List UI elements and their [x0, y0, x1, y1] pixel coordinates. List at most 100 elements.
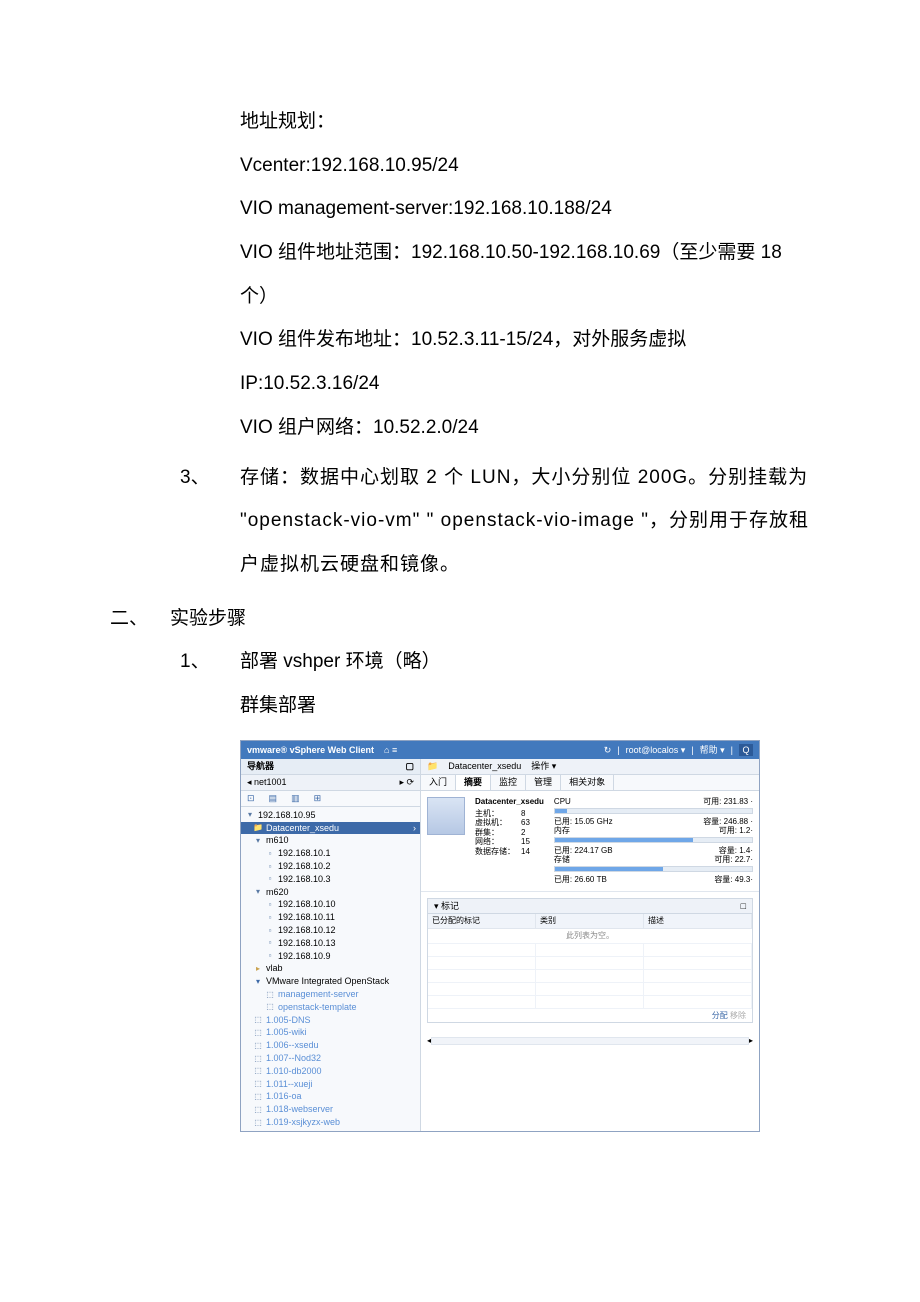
stat-free: 可用: 231.83 · — [703, 797, 753, 807]
tree-item-icon: ⬚ — [265, 1002, 275, 1012]
tree-item-icon: ⬚ — [253, 1079, 263, 1089]
tags-box: ▾ 标记 □ 已分配的标记类别描述此列表为空。 分配 移除 — [427, 898, 753, 1024]
tree-item-label: 192.168.10.12 — [278, 925, 336, 936]
assign-link[interactable]: 分配 — [712, 1011, 728, 1020]
nav-tree: ▾192.168.10.95📁Datacenter_xsedu›▾m610▫19… — [241, 807, 420, 1131]
tree-item-icon: ⬚ — [253, 1092, 263, 1102]
user-menu[interactable]: root@localos ▾ — [626, 745, 686, 756]
tags-header[interactable]: ▾ 标记 — [434, 901, 459, 912]
nav-pin-icon[interactable]: ▢ — [405, 761, 414, 772]
stat-bar — [554, 866, 753, 872]
stat-header: CPU 可用: 231.83 · — [554, 797, 753, 807]
tree-row[interactable]: 📁Datacenter_xsedu› — [241, 822, 420, 835]
tree-row[interactable]: ⬚1.016-oa — [241, 1090, 420, 1103]
tree-row[interactable]: ▾VMware Integrated OpenStack — [241, 975, 420, 988]
tree-item-label: 192.168.10.13 — [278, 938, 336, 949]
tree-item-icon: ⬚ — [253, 1066, 263, 1076]
tree-row[interactable]: ⬚1.007--Nod32 — [241, 1052, 420, 1065]
tree-item-label: m610 — [266, 835, 289, 846]
scroll-track[interactable] — [431, 1037, 749, 1045]
tree-row[interactable]: ▫192.168.10.9 — [241, 950, 420, 963]
view-icon-2[interactable]: ▤ — [269, 793, 278, 804]
tree-row[interactable]: ⬚openstack-template — [241, 1001, 420, 1014]
tree-row[interactable]: ▫192.168.10.12 — [241, 924, 420, 937]
scroll-right-icon[interactable]: ▸ — [749, 1036, 753, 1046]
tree-row[interactable]: ⬚management-server — [241, 988, 420, 1001]
tree-item-label: 1.005-wiki — [266, 1027, 307, 1038]
tree-row[interactable]: ⬚1.010-db2000 — [241, 1065, 420, 1078]
tag-cell — [536, 970, 644, 983]
tab-1[interactable]: 摘要 — [456, 775, 491, 790]
tree-item-icon: ▫ — [265, 913, 275, 923]
tag-cell — [536, 996, 644, 1009]
stat-footer: 已用: 224.17 GB容量: 1.4· — [554, 846, 753, 856]
tags-toggle-icon[interactable]: □ — [741, 901, 746, 912]
tag-cell — [428, 957, 536, 970]
tree-row[interactable]: ▾m610 — [241, 834, 420, 847]
stat-used: 已用: 224.17 GB — [554, 846, 613, 856]
search-icon[interactable]: Q — [739, 744, 753, 757]
tree-row[interactable]: ▾192.168.10.95 — [241, 809, 420, 822]
address-title: 地址规划： — [240, 100, 810, 144]
section-2-num: 二、 — [110, 597, 170, 641]
tree-item-icon: ▫ — [265, 900, 275, 910]
tag-col-header: 描述 — [644, 914, 752, 929]
tab-bar: 入门摘要监控管理相关对象 — [421, 775, 759, 791]
tab-0[interactable]: 入门 — [421, 775, 456, 790]
refresh-icon[interactable]: ↻ — [604, 745, 612, 756]
tree-row[interactable]: ⬚1.005-DNS — [241, 1014, 420, 1027]
tree-row[interactable]: ▫192.168.10.10 — [241, 898, 420, 911]
stat-label: CPU — [554, 797, 571, 807]
kv-row: 数据存储：14 — [475, 847, 544, 857]
tree-item-icon: ⬚ — [253, 1028, 263, 1038]
tree-item-label: 1.016-oa — [266, 1091, 302, 1102]
tree-row[interactable]: ⬚1.019-xsjkyzx-web — [241, 1116, 420, 1129]
tree-item-label: Datacenter_xsedu — [266, 823, 339, 834]
nav-back-icons: ▸ ⟳ — [399, 777, 414, 788]
tree-row[interactable]: ▫192.168.10.1 — [241, 847, 420, 860]
tree-row[interactable]: ▫192.168.10.3 — [241, 873, 420, 886]
kv-row: 主机：8 — [475, 809, 544, 819]
actions-menu[interactable]: 操作 ▾ — [531, 761, 556, 772]
breadcrumb: 📁 Datacenter_xsedu 操作 ▾ — [421, 759, 759, 775]
tag-col-header: 已分配的标记 — [428, 914, 536, 929]
kv-value: 14 — [521, 847, 530, 857]
tree-row[interactable]: ▫192.168.10.2 — [241, 860, 420, 873]
remove-link[interactable]: 移除 — [730, 1011, 746, 1020]
home-icon[interactable]: ⌂ ≡ — [384, 745, 397, 756]
tree-row[interactable]: ▫192.168.10.13 — [241, 937, 420, 950]
tree-item-label: 1.006--xsedu — [266, 1040, 319, 1051]
tree-row[interactable]: ⬚1.005-wiki — [241, 1026, 420, 1039]
help-menu[interactable]: 帮助 ▾ — [700, 745, 725, 756]
tree-row[interactable]: ▸vlab — [241, 962, 420, 975]
tag-cell — [428, 944, 536, 957]
tree-row[interactable]: ▾m620 — [241, 886, 420, 899]
stat-bar-fill — [555, 838, 693, 842]
view-icon-3[interactable]: ▥ — [291, 793, 300, 804]
tag-empty: 此列表为空。 — [428, 929, 752, 944]
tab-3[interactable]: 管理 — [526, 775, 561, 790]
view-icon-1[interactable]: ⊡ — [247, 793, 255, 804]
tab-2[interactable]: 监控 — [491, 775, 526, 790]
tree-item-icon: ▾ — [253, 977, 263, 987]
tree-item-icon: ⬚ — [265, 990, 275, 1000]
step-1-num: 1、 — [180, 640, 240, 684]
tree-row[interactable]: ⬚1.018-webserver — [241, 1103, 420, 1116]
kv-value: 8 — [521, 809, 525, 819]
tree-item-icon: ▫ — [265, 951, 275, 961]
tree-row[interactable]: ▫192.168.10.11 — [241, 911, 420, 924]
stat-bar-fill — [555, 809, 567, 813]
tree-row[interactable]: ⬚1.011--xueji — [241, 1078, 420, 1091]
stat-bar — [554, 808, 753, 814]
tree-item-icon: ▸ — [253, 964, 263, 974]
nav-back[interactable]: ◂ net1001 ▸ ⟳ — [241, 775, 420, 791]
tab-4[interactable]: 相关对象 — [561, 775, 614, 790]
tree-item-label: 1.007--Nod32 — [266, 1053, 321, 1064]
tree-row[interactable]: ⬚1.006--xsedu — [241, 1039, 420, 1052]
tags-table: 已分配的标记类别描述此列表为空。 — [428, 914, 752, 1008]
address-plan-block: 地址规划： Vcenter:192.168.10.95/24 VIO manag… — [240, 100, 810, 450]
view-icon-4[interactable]: ⊞ — [314, 793, 322, 804]
overview-meta: Datacenter_xsedu 主机：8虚拟机：63群集：2网络：15数据存储… — [475, 797, 544, 885]
tag-cell — [428, 970, 536, 983]
stat-bar-fill — [555, 867, 663, 871]
